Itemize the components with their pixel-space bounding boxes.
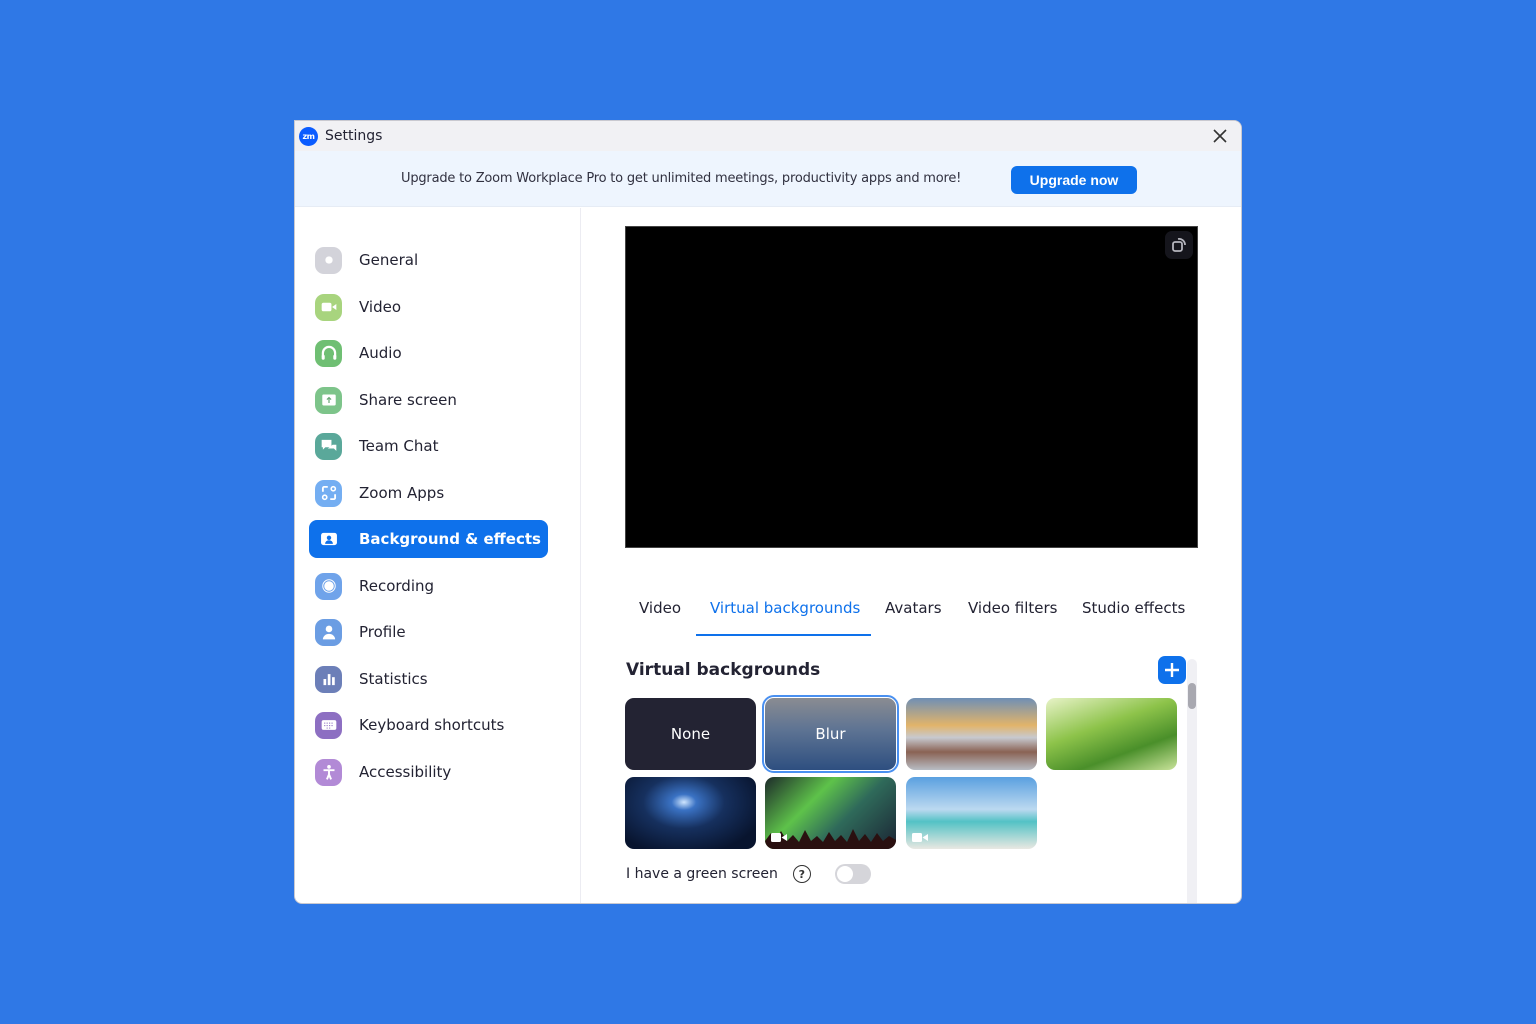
- zoom-logo-icon: zm: [299, 126, 318, 146]
- tab-video-filters[interactable]: Video filters: [968, 598, 1058, 634]
- sidebar-item-label: Zoom Apps: [359, 484, 445, 502]
- sidebar-item-general[interactable]: General: [309, 241, 548, 279]
- settings-sidebar: General Video Audio Share screen Team Chat Zo…: [295, 208, 581, 903]
- statistics-icon: [315, 665, 342, 693]
- share-screen-icon: [315, 386, 342, 414]
- recording-icon: [315, 572, 342, 600]
- help-icon[interactable]: ?: [792, 865, 811, 883]
- main-panel: Video Virtual backgrounds Avatars Video fil…: [582, 208, 1241, 903]
- window-title: Settings: [325, 128, 383, 144]
- sidebar-item-video[interactable]: Video: [309, 288, 548, 326]
- active-tab-indicator: [696, 634, 871, 636]
- close-button[interactable]: [1209, 125, 1231, 147]
- sidebar-item-label: Accessibility: [359, 763, 452, 781]
- green-screen-label: I have a green screen: [626, 866, 778, 882]
- sidebar-item-keyboard-shortcuts[interactable]: Keyboard shortcuts: [309, 706, 548, 744]
- zoom-apps-icon: [315, 479, 342, 507]
- background-effects-icon: [315, 526, 342, 553]
- video-badge-icon: [771, 833, 787, 842]
- video-preview: [625, 226, 1198, 548]
- green-screen-toggle[interactable]: [834, 864, 871, 884]
- rotate-icon: [1172, 238, 1186, 252]
- accessibility-icon: [315, 758, 342, 786]
- sidebar-item-share-screen[interactable]: Share screen: [309, 381, 548, 419]
- background-option-label: None: [670, 725, 711, 743]
- background-option-earth-from-space[interactable]: [625, 777, 756, 849]
- sidebar-item-label: Keyboard shortcuts: [359, 716, 505, 734]
- title-bar: zm Settings: [295, 121, 1241, 151]
- tab-studio-effects[interactable]: Studio effects: [1082, 598, 1185, 634]
- sidebar-item-label: Recording: [359, 577, 435, 595]
- sidebar-item-label: Statistics: [359, 670, 428, 688]
- add-background-button[interactable]: [1158, 656, 1186, 684]
- scrollbar[interactable]: [1187, 659, 1197, 903]
- tab-avatars[interactable]: Avatars: [885, 598, 942, 634]
- scrollbar-thumb[interactable]: [1188, 683, 1196, 709]
- sidebar-item-label: Background & effects: [359, 530, 541, 548]
- sidebar-item-profile[interactable]: Profile: [309, 613, 548, 651]
- background-option-blur[interactable]: Blur: [762, 695, 899, 773]
- toggle-knob: [836, 866, 853, 882]
- keyboard-icon: [315, 711, 342, 739]
- background-option-golden-gate-bridge[interactable]: [906, 698, 1037, 770]
- profile-icon: [315, 618, 342, 646]
- sidebar-item-team-chat[interactable]: Team Chat: [309, 427, 548, 465]
- gear-icon: [315, 246, 342, 274]
- tab-virtual-backgrounds[interactable]: Virtual backgrounds: [710, 598, 860, 634]
- upgrade-now-button[interactable]: Upgrade now: [1011, 166, 1137, 194]
- background-tabs: Video Virtual backgrounds Avatars Video fil…: [625, 598, 1205, 638]
- background-option-beach-palm[interactable]: [906, 777, 1037, 849]
- section-title: Virtual backgrounds: [626, 660, 821, 680]
- sidebar-item-label: Profile: [359, 623, 406, 641]
- upgrade-banner-text: Upgrade to Zoom Workplace Pro to get unl…: [401, 171, 962, 186]
- headphones-icon: [315, 339, 342, 367]
- sidebar-item-audio[interactable]: Audio: [309, 334, 548, 372]
- sidebar-item-label: General: [359, 251, 419, 269]
- rotate-video-button[interactable]: [1165, 231, 1193, 259]
- sidebar-item-statistics[interactable]: Statistics: [309, 660, 548, 698]
- close-icon: [1213, 129, 1227, 143]
- tab-video[interactable]: Video: [639, 598, 681, 634]
- chat-bubbles-icon: [315, 432, 342, 460]
- sidebar-item-background-effects[interactable]: Background & effects: [309, 520, 548, 558]
- video-badge-icon: [912, 833, 928, 842]
- green-screen-row: I have a green screen ?: [626, 864, 871, 884]
- background-option-none[interactable]: None: [625, 698, 756, 770]
- background-option-grass[interactable]: [1046, 698, 1177, 770]
- background-option-northern-lights[interactable]: [765, 777, 896, 849]
- sidebar-item-zoom-apps[interactable]: Zoom Apps: [309, 474, 548, 512]
- sidebar-item-recording[interactable]: Recording: [309, 567, 548, 605]
- sidebar-item-accessibility[interactable]: Accessibility: [309, 753, 548, 791]
- sidebar-item-label: Audio: [359, 344, 402, 362]
- upgrade-banner: Upgrade to Zoom Workplace Pro to get unl…: [295, 151, 1241, 207]
- sidebar-item-label: Team Chat: [359, 437, 439, 455]
- background-option-label: Blur: [815, 725, 846, 743]
- settings-window: zm Settings Upgrade to Zoom Workplace Pr…: [294, 120, 1242, 904]
- sidebar-item-label: Share screen: [359, 391, 457, 409]
- sidebar-item-label: Video: [359, 298, 402, 316]
- plus-icon: [1165, 663, 1179, 677]
- video-camera-icon: [315, 293, 342, 321]
